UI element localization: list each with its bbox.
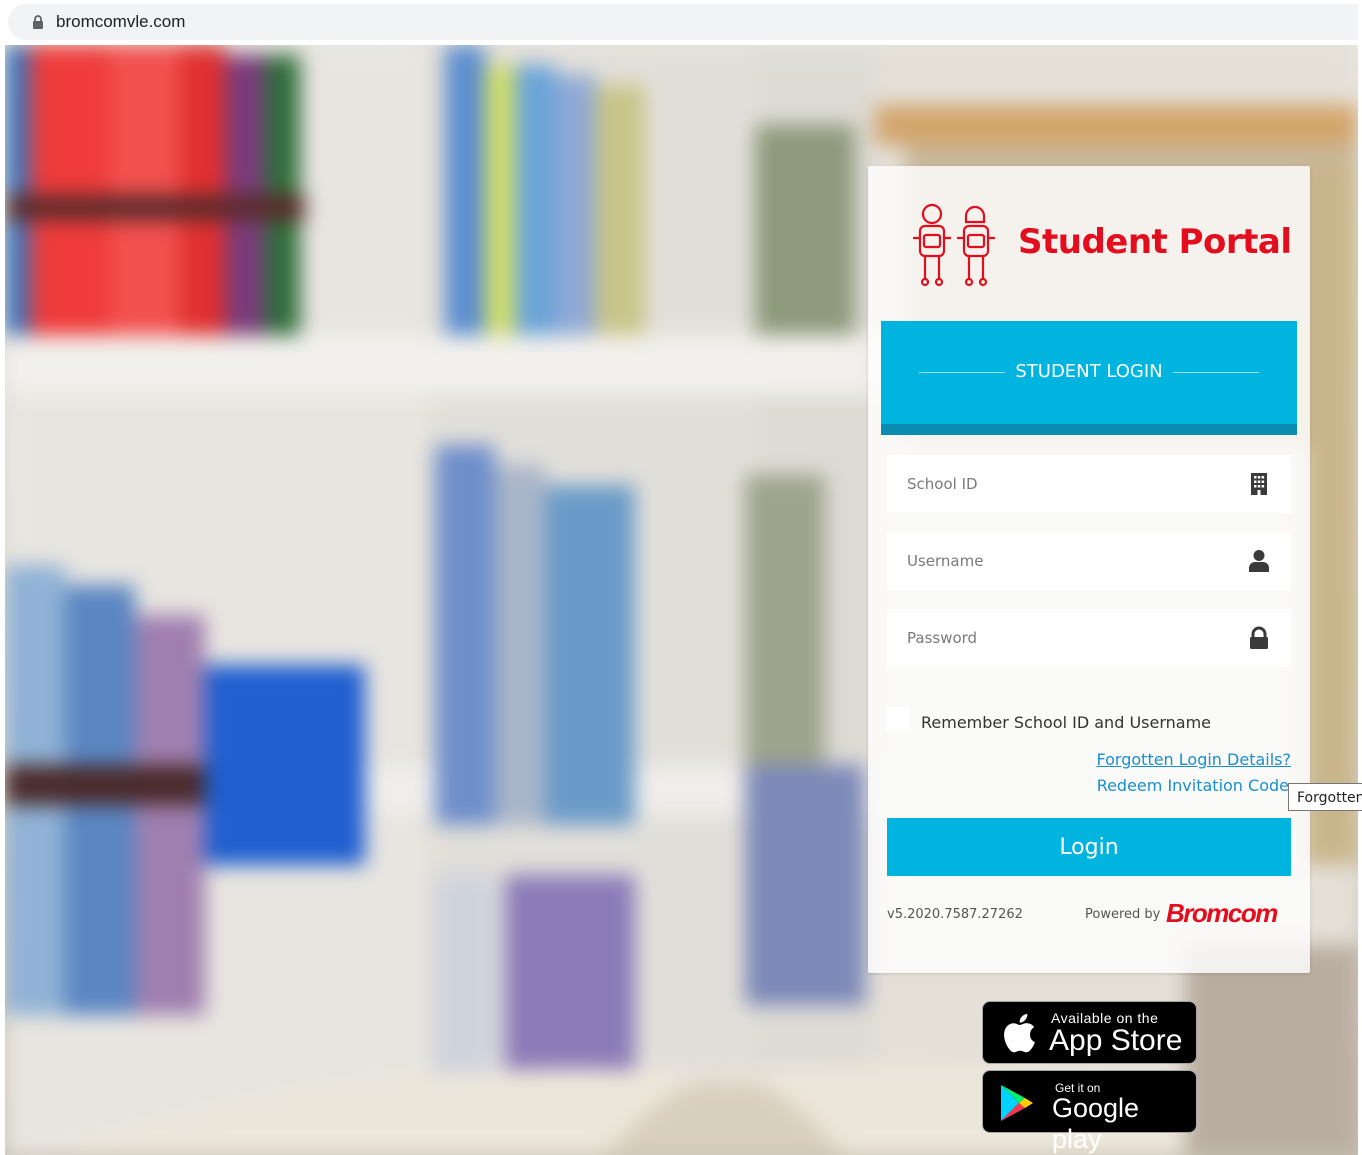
- padlock-icon: [1250, 626, 1268, 649]
- app-store-badge[interactable]: Available on the App Store: [982, 1001, 1197, 1064]
- username-input[interactable]: [887, 532, 1247, 590]
- password-input[interactable]: [887, 609, 1247, 667]
- students-logo-icon: [913, 203, 995, 287]
- redeem-invitation-link[interactable]: Redeem Invitation Code: [1097, 776, 1289, 795]
- google-play-big-text: Google play: [1052, 1093, 1140, 1154]
- app-store-big-text: App Store: [1049, 1024, 1183, 1057]
- banner-divider-right: [1173, 372, 1259, 373]
- remember-label: Remember School ID and Username: [921, 713, 1211, 732]
- google-play-icon: [1001, 1085, 1033, 1121]
- username-field[interactable]: [887, 532, 1291, 590]
- address-bar[interactable]: bromcomvle.com: [8, 4, 1358, 40]
- bromcom-logo: Bromcom: [1166, 898, 1278, 928]
- forgotten-login-link[interactable]: Forgotten Login Details?: [1097, 750, 1292, 769]
- student-login-banner: STUDENT LOGIN: [881, 321, 1297, 435]
- page-title: Student Portal: [1018, 222, 1292, 262]
- user-icon: [1249, 550, 1269, 572]
- login-card: Student Portal STUDENT LOGIN School ID U…: [868, 166, 1310, 973]
- password-field[interactable]: [887, 609, 1291, 667]
- building-icon: [1251, 473, 1267, 495]
- url-text[interactable]: bromcomvle.com: [56, 12, 185, 32]
- powered-by-text: Powered by: [1085, 907, 1161, 922]
- lock-icon: [33, 15, 43, 29]
- school-id-field[interactable]: [887, 455, 1291, 513]
- school-id-input[interactable]: [887, 455, 1247, 513]
- remember-checkbox[interactable]: [886, 707, 910, 731]
- tooltip: Forgotten: [1288, 783, 1362, 811]
- apple-icon: [1004, 1013, 1035, 1053]
- google-play-badge[interactable]: Get it on Google play: [982, 1070, 1197, 1154]
- version-text: v5.2020.7587.27262: [887, 907, 1023, 922]
- login-button[interactable]: Login: [887, 818, 1291, 876]
